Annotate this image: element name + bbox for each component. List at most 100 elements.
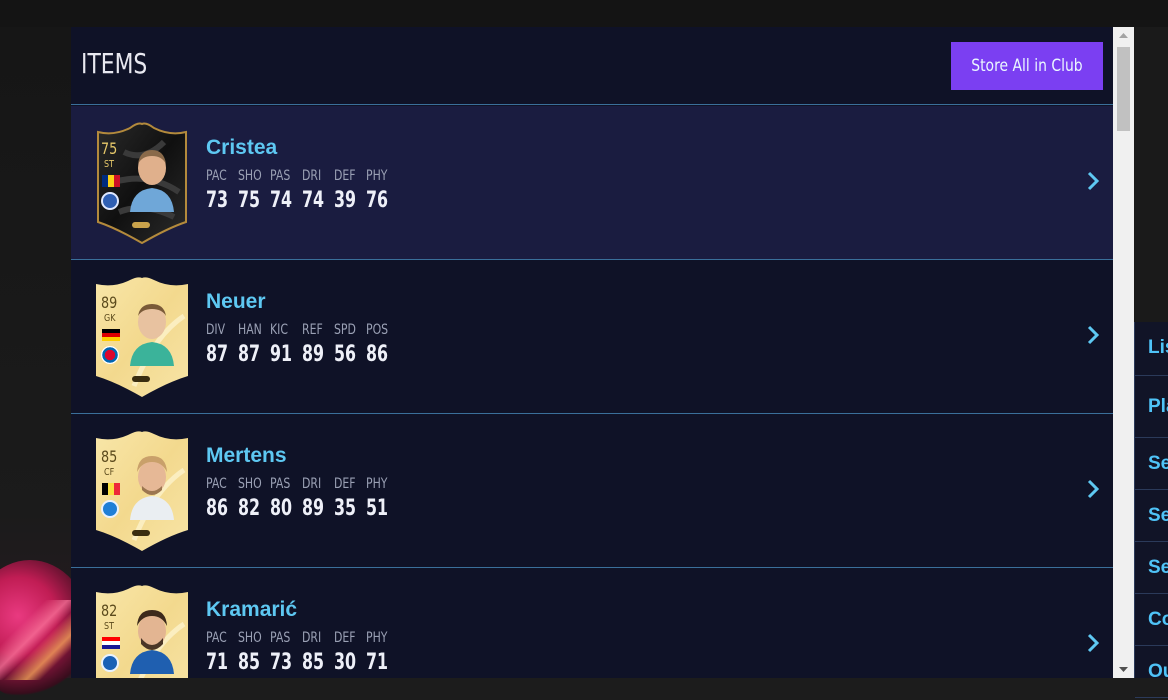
player-card: 85 CF xyxy=(94,430,190,552)
chevron-right-icon[interactable] xyxy=(1085,478,1101,500)
card-rating: 75 xyxy=(101,139,118,158)
stat-value: 91 xyxy=(270,342,293,367)
stat-label: REF xyxy=(302,322,323,338)
items-panel: ITEMS Store All in Club 75 ST Cristea PA… xyxy=(71,27,1134,678)
player-name: Neuer xyxy=(206,290,266,313)
stat-label: DEF xyxy=(334,168,356,184)
stat-value: 71 xyxy=(206,650,229,675)
card-position: GK xyxy=(104,313,116,324)
player-photo xyxy=(124,450,180,520)
nation-flag-icon xyxy=(102,483,120,495)
stat-label: DEF xyxy=(334,630,356,646)
card-rating: 89 xyxy=(101,293,118,312)
player-name: Mertens xyxy=(206,444,287,467)
vertical-scrollbar[interactable] xyxy=(1113,27,1134,678)
stat-label: PHY xyxy=(366,168,388,184)
stat-label: DRI xyxy=(302,630,322,646)
nation-flag-icon xyxy=(102,329,120,341)
stat-label: DEF xyxy=(334,476,356,492)
stat-value: 87 xyxy=(206,342,229,367)
stat-label: DIV xyxy=(206,322,226,338)
stat-label: PAS xyxy=(270,630,291,646)
side-menu-item[interactable]: Co xyxy=(1135,594,1168,646)
boot-icon xyxy=(132,222,150,228)
stat-label: PAC xyxy=(206,630,227,646)
stat-value: 30 xyxy=(334,650,357,675)
stat-value: 76 xyxy=(366,188,389,213)
list-item[interactable]: 85 CF Mertens PAC 86 SHO 82 PAS 80 DRI 8… xyxy=(71,414,1113,568)
player-card: 89 GK xyxy=(94,276,190,398)
stat-label: PHY xyxy=(366,476,388,492)
stat-value: 82 xyxy=(238,496,261,521)
store-all-in-club-label: Store All in Club xyxy=(971,56,1083,76)
stat-value: 74 xyxy=(270,188,293,213)
player-name: Kramarić xyxy=(206,598,298,621)
player-photo xyxy=(124,296,180,366)
stat-label: SHO xyxy=(238,630,262,646)
player-stats: PAC 71 SHO 85 PAS 73 DRI 85 DEF 30 PHY 71 xyxy=(206,630,398,675)
nation-flag-icon xyxy=(102,637,120,649)
club-badge-icon xyxy=(101,346,119,364)
chevron-right-icon[interactable] xyxy=(1085,324,1101,346)
stat-value: 86 xyxy=(366,342,389,367)
stat-label: SPD xyxy=(334,322,356,338)
stat-value: 35 xyxy=(334,496,357,521)
stat-value: 85 xyxy=(302,650,325,675)
stat-label: PAS xyxy=(270,168,291,184)
store-all-in-club-button[interactable]: Store All in Club xyxy=(951,42,1103,90)
stat-label: DRI xyxy=(302,476,322,492)
stat-label: SHO xyxy=(238,476,262,492)
boot-icon xyxy=(132,376,150,382)
scrollbar-thumb[interactable] xyxy=(1117,47,1130,131)
stat-label: SHO xyxy=(238,168,262,184)
side-menu-item[interactable]: Ou xyxy=(1135,646,1168,698)
stat-label: PAS xyxy=(270,476,291,492)
stat-value: 87 xyxy=(238,342,261,367)
stat-value: 85 xyxy=(238,650,261,675)
arrow-down-icon[interactable] xyxy=(1113,661,1134,678)
stat-value: 86 xyxy=(206,496,229,521)
stat-value: 89 xyxy=(302,496,325,521)
stat-label: PAC xyxy=(206,168,227,184)
items-list: 75 ST Cristea PAC 73 SHO 75 PAS 74 DRI 7… xyxy=(71,106,1113,678)
arrow-up-icon[interactable] xyxy=(1113,27,1134,44)
card-rating: 82 xyxy=(101,601,118,620)
side-menu: Lis Pla Se Se Se Co Ou xyxy=(1134,322,1168,698)
stat-value: 56 xyxy=(334,342,357,367)
club-badge-icon xyxy=(101,192,119,210)
player-photo xyxy=(124,604,180,674)
stat-value: 74 xyxy=(302,188,325,213)
list-item[interactable]: 82 ST Kramarić PAC 71 SHO 85 PAS 73 DRI … xyxy=(71,568,1113,678)
stat-value: 75 xyxy=(238,188,261,213)
player-card: 82 ST xyxy=(94,584,190,678)
side-menu-item[interactable]: Lis xyxy=(1135,322,1168,376)
chevron-right-icon[interactable] xyxy=(1085,170,1101,192)
stat-value: 80 xyxy=(270,496,293,521)
side-menu-item[interactable]: Se xyxy=(1135,438,1168,490)
stat-label: PAC xyxy=(206,476,227,492)
stat-value: 89 xyxy=(302,342,325,367)
chevron-right-icon[interactable] xyxy=(1085,632,1101,654)
player-name: Cristea xyxy=(206,136,278,159)
stat-label: POS xyxy=(366,322,389,338)
stat-value: 71 xyxy=(366,650,389,675)
player-photo xyxy=(124,142,180,212)
side-menu-item[interactable]: Se xyxy=(1135,490,1168,542)
player-stats: DIV 87 HAN 87 KIC 91 REF 89 SPD 56 POS 86 xyxy=(206,322,398,367)
side-menu-item[interactable]: Pla xyxy=(1135,376,1168,438)
club-badge-icon xyxy=(101,654,119,672)
club-badge-icon xyxy=(101,500,119,518)
stat-label: KIC xyxy=(270,322,289,338)
background-artwork-streaks xyxy=(0,600,71,680)
side-menu-item[interactable]: Se xyxy=(1135,542,1168,594)
player-card: 75 ST xyxy=(94,122,190,244)
stat-value: 39 xyxy=(334,188,357,213)
stat-value: 73 xyxy=(270,650,293,675)
list-item[interactable]: 75 ST Cristea PAC 73 SHO 75 PAS 74 DRI 7… xyxy=(71,106,1113,260)
items-header: ITEMS Store All in Club xyxy=(71,27,1113,105)
page-title: ITEMS xyxy=(81,47,148,80)
player-stats: PAC 73 SHO 75 PAS 74 DRI 74 DEF 39 PHY 76 xyxy=(206,168,398,213)
stat-label: HAN xyxy=(238,322,262,338)
list-item[interactable]: 89 GK Neuer DIV 87 HAN 87 KIC 91 REF 89 … xyxy=(71,260,1113,414)
boot-icon xyxy=(132,530,150,536)
